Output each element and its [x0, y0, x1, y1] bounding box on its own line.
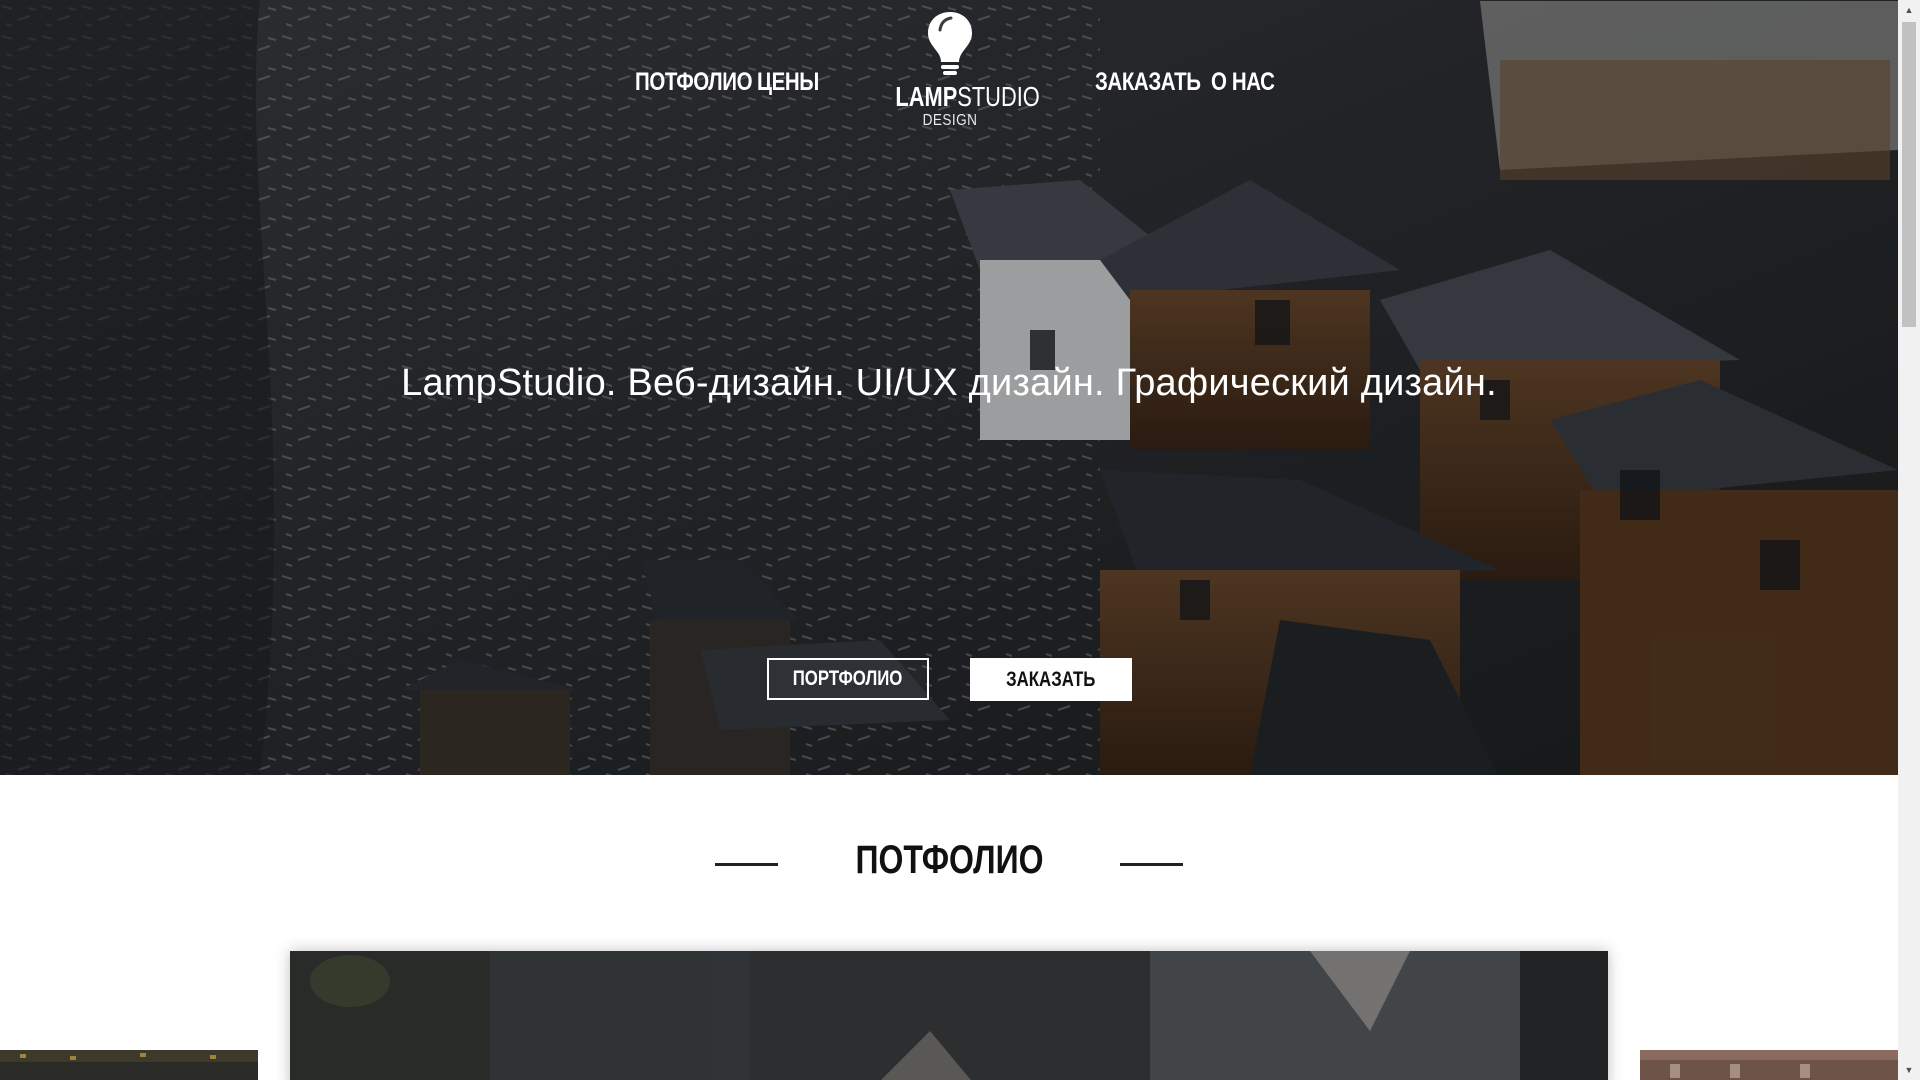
landing-page: ПОТФОЛИО ЦЕНЫ LAMPSTUDIO DESIGN ЗАКАЗАТЬ…: [0, 0, 1898, 1080]
portfolio-slide-image: [290, 951, 1608, 1080]
portfolio-button[interactable]: ПОРТФОЛИО: [767, 658, 929, 700]
vertical-scrollbar[interactable]: ▲ ▼: [1898, 0, 1920, 1080]
portfolio-slide-prev[interactable]: [0, 1050, 258, 1080]
logo-subtitle: DESIGN: [922, 112, 978, 129]
portfolio-title-text: ПОТФОЛИО: [855, 838, 1043, 882]
scrollbar-thumb[interactable]: [1902, 22, 1916, 327]
logo-wordmark: LAMPSTUDIO: [895, 81, 1039, 112]
portfolio-section-title: ПОТФОЛИО: [0, 838, 1898, 883]
portfolio-button-label: ПОРТФОЛИО: [793, 667, 903, 690]
portfolio-slide-next[interactable]: [1640, 1050, 1898, 1080]
nav-portfolio-link[interactable]: ПОТФОЛИО: [635, 68, 753, 97]
scroll-up-arrow-icon[interactable]: ▲: [1898, 0, 1920, 20]
hero-section: ПОТФОЛИО ЦЕНЫ LAMPSTUDIO DESIGN ЗАКАЗАТЬ…: [0, 0, 1898, 775]
portfolio-slide-next-image: [1640, 1050, 1898, 1080]
hero-headline: LampStudio. Веб-дизайн. UI/UX дизайн. Гр…: [401, 362, 1497, 404]
portfolio-slide-main[interactable]: [290, 951, 1608, 1080]
nav-order-link[interactable]: ЗАКАЗАТЬ: [1095, 68, 1201, 97]
logo-name-light: STUDIO: [957, 81, 1040, 112]
nav-prices-link[interactable]: ЦЕНЫ: [757, 68, 819, 97]
scroll-down-arrow-icon[interactable]: ▼: [1898, 1060, 1920, 1080]
nav-about-link[interactable]: О НАС: [1211, 68, 1275, 97]
lightbulb-icon: [928, 12, 972, 75]
order-button[interactable]: ЗАКАЗАТЬ: [970, 658, 1132, 701]
portfolio-slide-prev-image: [0, 1050, 258, 1080]
logo-name-bold: LAMP: [895, 81, 958, 112]
logo[interactable]: LAMPSTUDIO DESIGN: [880, 10, 1040, 140]
order-button-label: ЗАКАЗАТЬ: [1006, 667, 1096, 691]
section-title-rule-right: [1120, 863, 1183, 866]
